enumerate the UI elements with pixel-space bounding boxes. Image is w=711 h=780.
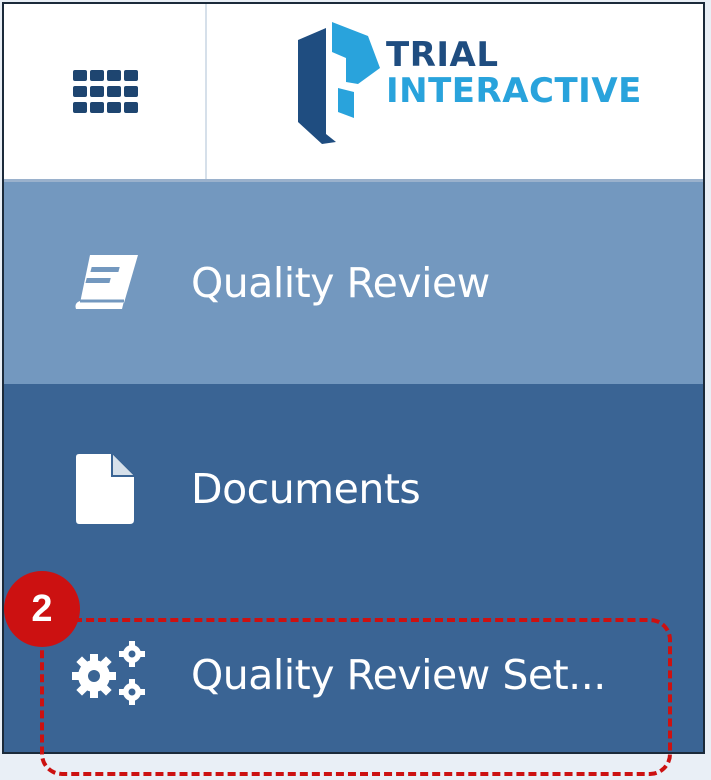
nav-label: Quality Review xyxy=(191,259,490,307)
step-number-badge: 2 xyxy=(4,571,80,647)
sidebar-header: TRIAL INTERACTIVE xyxy=(4,4,703,182)
book-icon xyxy=(72,251,142,315)
nav-item-documents[interactable]: Documents xyxy=(4,384,703,594)
logo-line2: INTERACTIVE xyxy=(386,71,642,111)
app-launcher-button[interactable] xyxy=(4,4,207,179)
logo-wordmark: TRIAL INTERACTIVE xyxy=(386,38,642,108)
document-icon xyxy=(74,453,136,525)
logo-mark-icon xyxy=(298,22,380,144)
trial-interactive-logo[interactable]: TRIAL INTERACTIVE xyxy=(292,22,692,146)
step-highlight-box xyxy=(40,618,672,776)
nav-item-quality-review[interactable]: Quality Review xyxy=(4,182,703,384)
grid-icon xyxy=(72,69,138,113)
nav-label: Documents xyxy=(191,465,421,513)
logo-line1: TRIAL xyxy=(386,35,499,75)
